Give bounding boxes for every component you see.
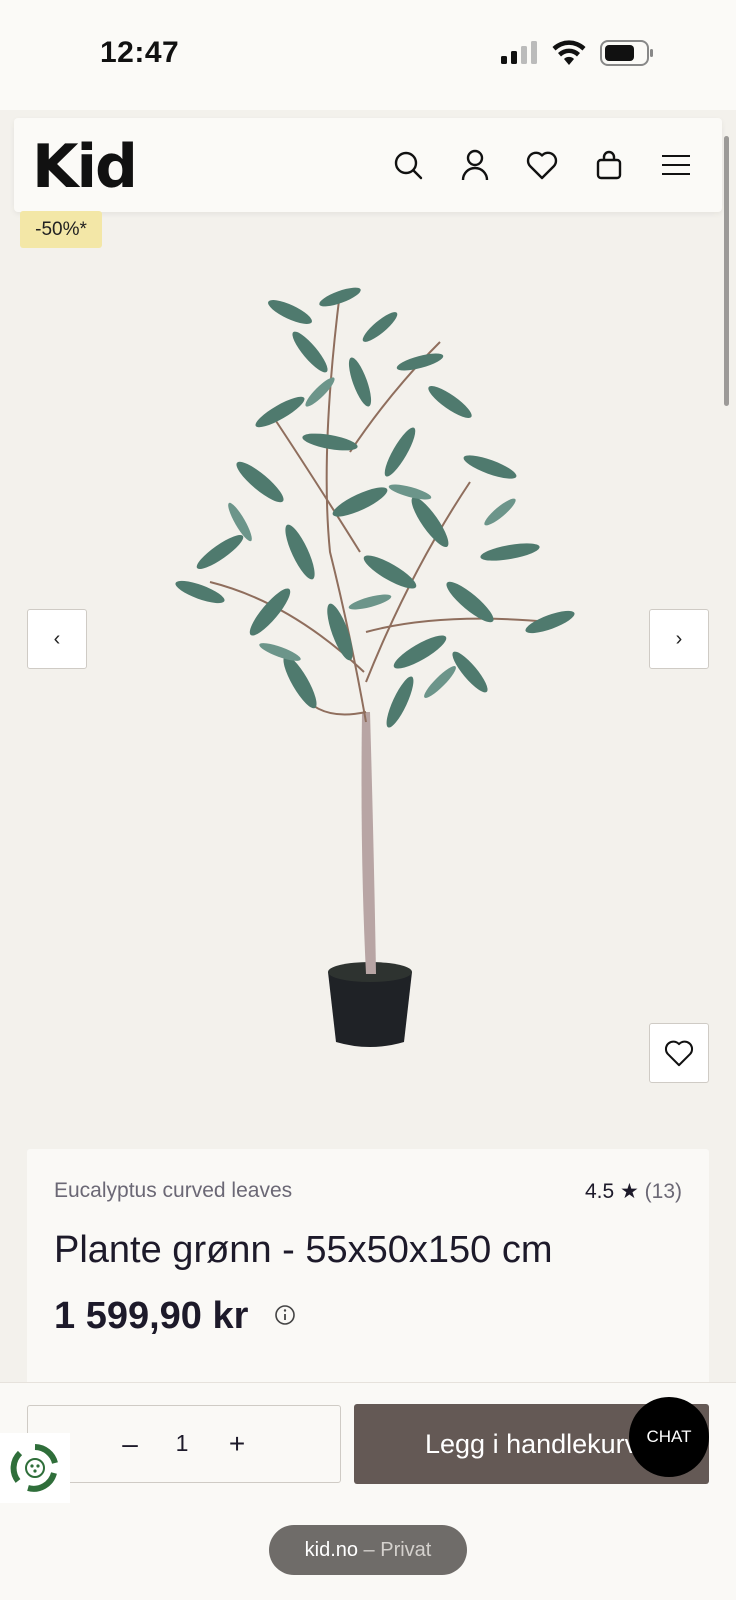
product-title: Plante grønn - 55x50x150 cm xyxy=(54,1229,553,1271)
url-mode: – Privat xyxy=(358,1539,432,1561)
heart-icon xyxy=(665,1040,693,1067)
product-rating[interactable]: 4.5 ★ (13) xyxy=(585,1179,682,1204)
wifi-icon xyxy=(552,40,586,65)
product-gallery: ‹ › xyxy=(0,212,736,1092)
quantity-stepper: – 1 + xyxy=(27,1405,341,1483)
add-to-wishlist-button[interactable] xyxy=(649,1023,709,1083)
quantity-decrease-button[interactable]: – xyxy=(112,1426,148,1462)
quantity-increase-button[interactable]: + xyxy=(219,1426,255,1462)
chat-button[interactable]: CHAT xyxy=(629,1397,709,1477)
battery-icon xyxy=(600,40,653,66)
site-header: Kid xyxy=(14,118,722,212)
status-icons xyxy=(500,40,654,66)
info-icon[interactable] xyxy=(274,1304,296,1326)
purchase-bar: – 1 + Legg i handlekurv CHAT kid.no – Pr… xyxy=(0,1382,736,1600)
header-actions xyxy=(390,147,694,183)
review-count: (13) xyxy=(644,1180,682,1203)
search-icon[interactable] xyxy=(390,147,426,183)
url-domain: kid.no xyxy=(304,1539,358,1561)
account-icon[interactable] xyxy=(457,147,493,183)
product-price: 1 599,90 kr xyxy=(54,1295,249,1337)
recycle-icon xyxy=(10,1444,58,1492)
gallery-next-button[interactable]: › xyxy=(649,609,709,669)
recycle-badge[interactable] xyxy=(0,1433,70,1503)
status-time: 12:47 xyxy=(100,36,180,69)
product-subtitle: Eucalyptus curved leaves xyxy=(54,1179,293,1202)
menu-icon[interactable] xyxy=(658,147,694,183)
product-info: Eucalyptus curved leaves 4.5 ★ (13) Plan… xyxy=(27,1149,709,1389)
quantity-value[interactable]: 1 xyxy=(168,1430,196,1457)
product-image xyxy=(175,287,575,1047)
kid-logo[interactable]: Kid xyxy=(32,132,138,202)
signal-icon xyxy=(501,41,537,64)
gallery-prev-button[interactable]: ‹ xyxy=(27,609,87,669)
cart-icon[interactable] xyxy=(591,147,627,183)
rating-value: 4.5 ★ xyxy=(584,1180,639,1203)
status-bar: 12:47 xyxy=(0,0,736,110)
wishlist-icon[interactable] xyxy=(524,147,560,183)
browser-url-pill[interactable]: kid.no – Privat xyxy=(269,1525,467,1575)
discount-badge: -50%* xyxy=(20,211,102,248)
